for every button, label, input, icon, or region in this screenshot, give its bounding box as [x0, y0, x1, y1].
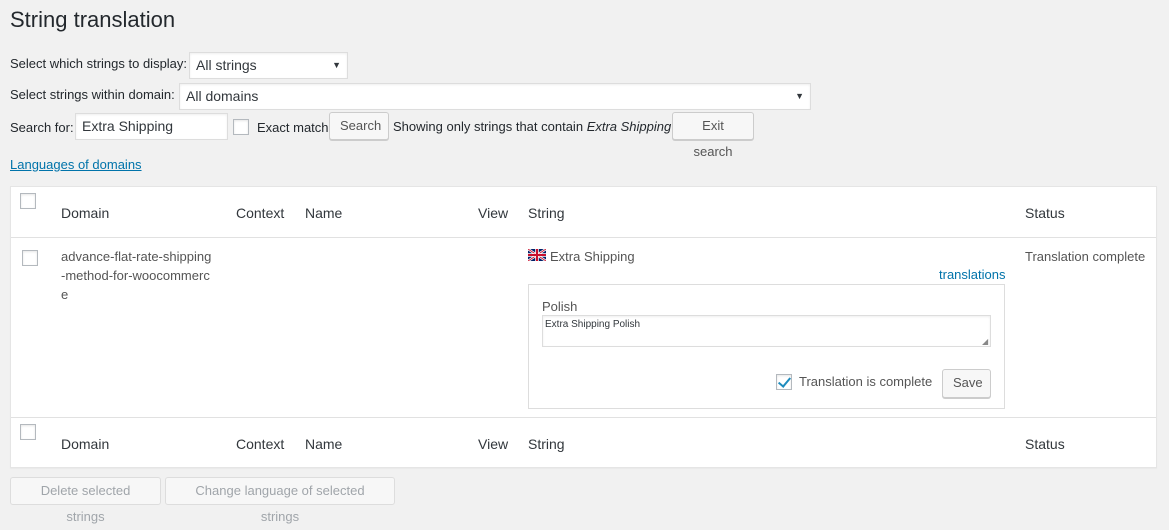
search-status-prefix: Showing only strings that contain: [393, 119, 584, 134]
column-footer-status: Status: [1025, 436, 1065, 452]
delete-selected-strings-button[interactable]: Delete selected strings: [10, 477, 161, 524]
translation-complete-checkbox[interactable]: [776, 374, 792, 390]
column-header-domain[interactable]: Domain: [61, 204, 109, 222]
column-footer-string: String: [528, 436, 565, 452]
row-status: Translation complete: [1025, 249, 1146, 264]
change-language-button[interactable]: Change language of selected strings: [165, 477, 395, 524]
column-header-view: View: [478, 205, 509, 221]
column-header-context: Context: [236, 205, 285, 221]
column-footer-view: View: [478, 436, 509, 452]
resize-handle-icon[interactable]: ◢: [982, 337, 988, 346]
display-filter-select[interactable]: All strings ▼: [189, 52, 348, 79]
row-domain: advance-flat-rate-shipping -method-for-w…: [61, 247, 226, 304]
select-all-checkbox-footer[interactable]: [20, 424, 36, 440]
search-input[interactable]: Extra Shipping: [75, 113, 228, 140]
search-status-text: Showing only strings that contain Extra …: [393, 119, 671, 135]
search-label: Search for:: [10, 120, 74, 135]
column-header-status: Status: [1025, 205, 1065, 221]
languages-of-domains-link[interactable]: Languages of domains: [10, 157, 142, 172]
column-footer-context: Context: [236, 436, 285, 452]
translations-toggle-link[interactable]: translations: [939, 267, 1005, 282]
row-domain-line: e: [61, 287, 69, 302]
header-divider: [11, 237, 1156, 238]
translation-complete-label: Translation is complete: [799, 374, 933, 389]
domain-filter-label: Select strings within domain:: [10, 87, 175, 102]
exit-search-button[interactable]: Exit search: [672, 112, 754, 159]
column-header-name: Name: [305, 205, 343, 221]
search-button[interactable]: Search: [329, 112, 389, 140]
domain-filter-select[interactable]: All domains ▼: [179, 83, 811, 110]
exact-match-label: Exact match: [257, 120, 329, 135]
uk-flag-icon: [528, 249, 546, 261]
chevron-down-icon: ▼: [332, 60, 341, 70]
row-divider: [11, 417, 1156, 418]
save-translation-button[interactable]: Save: [942, 369, 991, 398]
domain-filter-value: All domains: [186, 88, 259, 104]
row-checkbox[interactable]: [22, 250, 38, 266]
chevron-down-icon: ▼: [795, 91, 804, 101]
display-filter-value: All strings: [196, 57, 257, 73]
translation-language-label: Polish: [542, 299, 578, 314]
column-header-string: String: [528, 205, 565, 221]
column-footer-name: Name: [305, 436, 343, 452]
select-all-checkbox[interactable]: [20, 193, 36, 209]
row-domain-line: -method-for-woocommerc: [61, 268, 210, 283]
display-filter-label: Select which strings to display:: [10, 56, 188, 71]
search-status-term: Extra Shipping: [586, 119, 672, 134]
column-footer-domain[interactable]: Domain: [61, 435, 109, 453]
exact-match-checkbox[interactable]: [233, 119, 249, 135]
row-domain-line: advance-flat-rate-shipping: [61, 249, 212, 264]
translation-textarea[interactable]: Extra Shipping Polish: [542, 315, 991, 347]
page-title: String translation: [10, 7, 176, 32]
row-string: Extra Shipping: [550, 249, 635, 264]
